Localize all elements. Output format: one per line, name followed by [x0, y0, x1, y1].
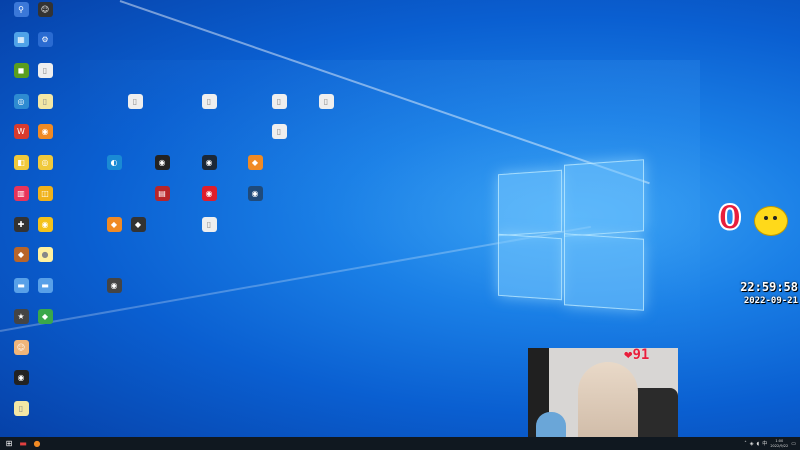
desktop-icon[interactable]: ◐ — [97, 155, 131, 185]
app-icon: ▦ — [13, 32, 29, 47]
file-icon: ▯ — [13, 401, 29, 416]
chevron-up-icon[interactable]: ˄ — [744, 441, 747, 447]
app-icon[interactable]: ▬ — [18, 439, 28, 449]
avatar-icon: ☺ — [13, 340, 29, 355]
file-icon: ▯ — [318, 94, 334, 109]
desktop-icon[interactable]: ◉ — [28, 124, 62, 154]
tray-date: 2022/9/22 — [770, 443, 789, 448]
app-icon: ▤ — [154, 186, 170, 201]
app-icon: ▬ — [37, 278, 53, 293]
windows-logo — [498, 159, 644, 311]
stream-clock-time: 22:59:58 — [740, 280, 798, 294]
stream-clock: 22:59:58 2022-09-21 — [740, 280, 798, 306]
tray-clock[interactable]: 1:00 2022/9/22 — [770, 439, 788, 449]
desktop-icon[interactable]: ◆ — [121, 217, 155, 247]
file-icon: ▯ — [127, 94, 143, 109]
desktop-icon[interactable]: ▯ — [309, 94, 343, 124]
notification-icon[interactable]: ▭ — [791, 441, 796, 447]
app-icon: ◉ — [37, 217, 53, 232]
windows-logo-pane — [498, 233, 562, 301]
file-icon: ▯ — [201, 217, 217, 232]
desktop-icon[interactable]: ⚙ — [28, 32, 62, 62]
desktop-icon[interactable]: ▯ — [262, 124, 296, 154]
file-icon: ▯ — [37, 94, 53, 109]
game-icon: ◆ — [247, 155, 263, 170]
chick-mascot-icon — [754, 206, 788, 236]
app-icon: ▬ — [13, 278, 29, 293]
heart-counter: ❤91 — [624, 347, 649, 363]
desktop-icon[interactable]: ☺ — [28, 2, 62, 32]
stream-clock-date: 2022-09-21 — [743, 296, 798, 306]
desktop-icon[interactable]: ▤ — [145, 186, 179, 216]
file-icon: ▯ — [37, 63, 53, 78]
desktop-icon[interactable]: ◉ — [238, 186, 272, 216]
windows-logo-pane — [564, 159, 644, 237]
network-icon: ◎ — [13, 94, 29, 109]
edge-icon: ◐ — [106, 155, 122, 170]
avatar-icon: ☺ — [37, 2, 53, 17]
desktop-icon[interactable]: ◉ — [28, 217, 62, 247]
desktop-icon[interactable]: ▯ — [28, 63, 62, 93]
desktop-icon[interactable]: ▬ — [28, 278, 62, 308]
app-icon: ◉ — [154, 155, 170, 170]
app-icon: ◉ — [247, 186, 263, 201]
windows-logo-pane — [564, 233, 644, 311]
taskbar-items: ⊞ ▬ ● — [0, 439, 42, 449]
netease-music-icon: ◉ — [201, 186, 217, 201]
start-icon[interactable]: ⊞ — [4, 439, 14, 449]
volume-icon[interactable]: ◖ — [757, 441, 760, 447]
counter-overlay: 0 — [717, 197, 743, 239]
app-icon: ◉ — [106, 278, 122, 293]
game-icon: ◆ — [13, 247, 29, 262]
app-icon: W — [13, 124, 29, 139]
webcam-overlay — [528, 348, 678, 450]
taskbar: ⊞ ▬ ● ˄ ◈ ◖ 中 1:00 2022/9/22 ▭ — [0, 437, 800, 450]
desktop-icon[interactable]: ▯ — [118, 94, 152, 124]
desktop-icon[interactable]: ● — [28, 247, 62, 277]
steam-icon: ◉ — [201, 155, 217, 170]
desktop-icon[interactable]: ◉ — [192, 155, 226, 185]
app-icon: ◎ — [37, 155, 53, 170]
desktop-icon[interactable]: ◉ — [4, 370, 38, 400]
file-icon: ▯ — [271, 94, 287, 109]
game-icon: ◉ — [37, 124, 53, 139]
app-icon: ⚙ — [37, 32, 53, 47]
desktop-icon[interactable]: ▯ — [192, 217, 226, 247]
windows-logo-pane — [498, 169, 562, 237]
nvidia-icon: ◼ — [13, 63, 29, 78]
desktop-icon[interactable]: ▯ — [28, 94, 62, 124]
desktop-icon[interactable]: ☺ — [4, 340, 38, 370]
file-icon: ▯ — [271, 124, 287, 139]
desktop-icon[interactable]: ◆ — [238, 155, 272, 185]
ime-icon[interactable]: 中 — [762, 440, 767, 447]
folder-icon: ◧ — [13, 155, 29, 170]
desktop-icon[interactable]: ▯ — [4, 401, 38, 431]
system-tray: ˄ ◈ ◖ 中 1:00 2022/9/22 ▭ — [744, 437, 796, 450]
game-icon: ◆ — [130, 217, 146, 232]
network-icon[interactable]: ◈ — [750, 441, 754, 447]
app-icon[interactable]: ● — [32, 439, 42, 449]
game-icon: ◆ — [106, 217, 122, 232]
desktop-icon[interactable]: ◉ — [97, 278, 131, 308]
desktop-icon[interactable]: ◆ — [28, 309, 62, 339]
file-icon: ▯ — [201, 94, 217, 109]
heart-count: 91 — [632, 347, 650, 363]
desktop-icon[interactable]: ▯ — [192, 94, 226, 124]
desktop-icon[interactable]: ◫ — [28, 186, 62, 216]
app-icon: ▥ — [13, 186, 29, 201]
pin-icon: ⚲ — [13, 2, 29, 17]
app-icon: ● — [37, 247, 53, 262]
desktop-icon[interactable]: ◎ — [28, 155, 62, 185]
game-icon: ★ — [13, 309, 29, 324]
app-icon: ◆ — [37, 309, 53, 324]
game-icon: ✚ — [13, 217, 29, 232]
app-icon: ◫ — [37, 186, 53, 201]
desktop-icon[interactable]: ◉ — [192, 186, 226, 216]
desktop-icon[interactable]: ▯ — [262, 94, 296, 124]
app-icon: ◉ — [13, 370, 29, 385]
desktop-icon[interactable]: ◉ — [145, 155, 179, 185]
